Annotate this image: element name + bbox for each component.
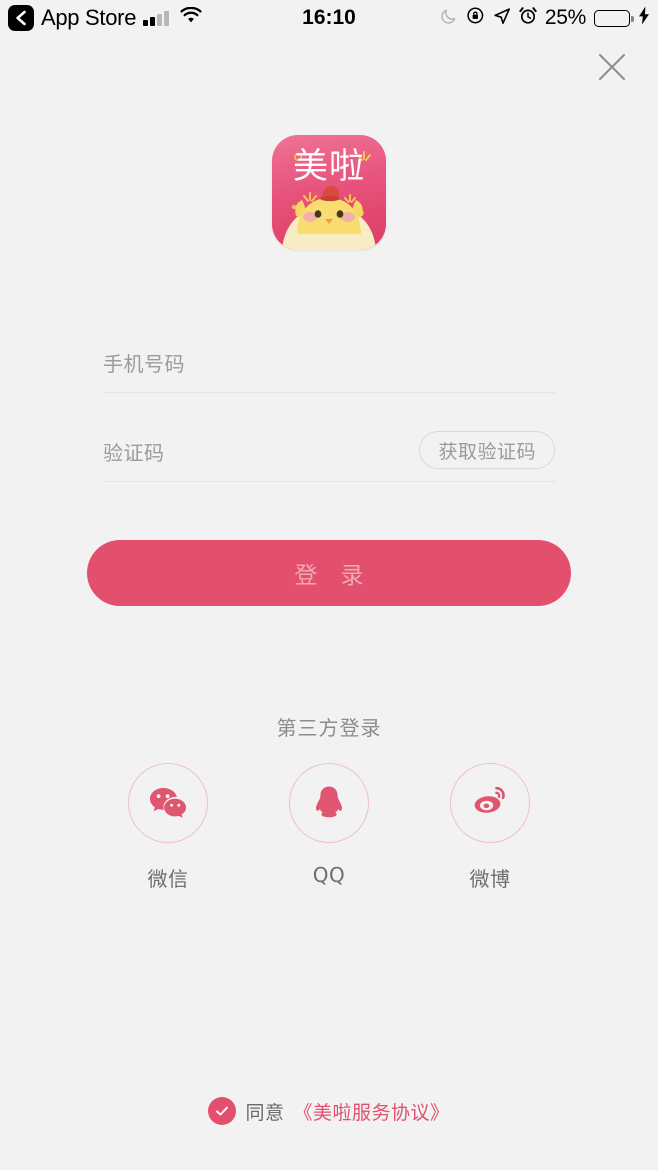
social-login-wechat[interactable]: 微信 xyxy=(128,763,208,892)
alarm-clock-icon xyxy=(519,6,537,30)
do-not-disturb-moon-icon xyxy=(440,7,458,30)
qq-icon xyxy=(316,786,342,818)
login-button[interactable]: 登 录 xyxy=(87,540,571,606)
check-icon xyxy=(216,1106,229,1116)
qq-circle xyxy=(289,763,369,843)
rotation-lock-icon xyxy=(466,6,485,30)
wechat-icon xyxy=(150,788,186,818)
battery-percent-label: 25% xyxy=(544,6,586,29)
status-bar-right: 25% xyxy=(440,0,650,36)
close-button[interactable] xyxy=(592,47,632,87)
agreement-link[interactable]: 《美啦服务协议》 xyxy=(294,1098,450,1125)
status-bar: App Store 16:10 25% xyxy=(0,0,658,36)
login-form: 手机号码 验证码 获取验证码 xyxy=(103,332,555,482)
meila-app-icon: 美啦 xyxy=(272,135,386,250)
get-code-button[interactable]: 获取验证码 xyxy=(419,431,555,469)
third-party-login-title: 第三方登录 xyxy=(276,716,382,740)
social-login-qq[interactable]: QQ xyxy=(289,763,369,892)
weibo-circle xyxy=(450,763,530,843)
social-label-weibo: 微博 xyxy=(469,867,511,891)
social-login-weibo[interactable]: 微博 xyxy=(450,763,530,892)
location-arrow-icon xyxy=(493,7,511,30)
third-party-login-list: 微信 QQ 微博 xyxy=(0,763,658,892)
phone-placeholder: 手机号码 xyxy=(103,352,185,376)
phone-field[interactable]: 手机号码 xyxy=(103,332,555,393)
charging-bolt-icon xyxy=(638,6,650,30)
social-label-qq: QQ xyxy=(312,863,346,887)
close-icon xyxy=(599,54,625,80)
social-label-wechat: 微信 xyxy=(147,867,189,891)
code-field[interactable]: 验证码 获取验证码 xyxy=(103,421,555,482)
app-icon-label: 美啦 xyxy=(292,147,365,187)
app-logo-container: 美啦 xyxy=(0,135,658,250)
wechat-circle xyxy=(128,763,208,843)
agreement-row: 同意 《美啦服务协议》 xyxy=(0,1097,658,1125)
agreement-text: 同意 xyxy=(245,1101,285,1124)
battery-icon xyxy=(594,9,634,27)
weibo-icon xyxy=(474,786,505,813)
agreement-checkbox[interactable] xyxy=(208,1097,237,1125)
code-placeholder: 验证码 xyxy=(103,441,165,465)
